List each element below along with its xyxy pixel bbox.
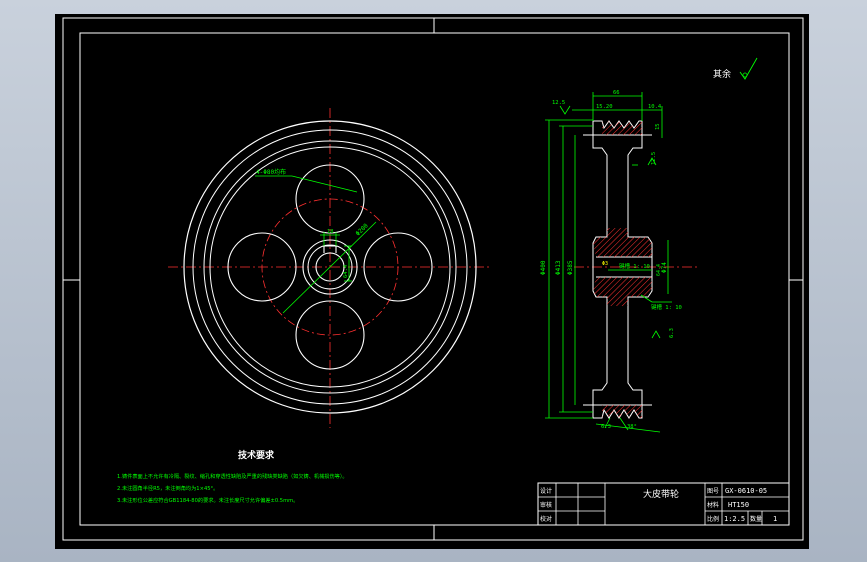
dia-label-4: Φ74 xyxy=(661,262,668,273)
section-hatch-web-top xyxy=(607,228,628,237)
title-block: 设计 审核 校对 大皮带轮 图号 材料 比例 数量 GX-0610-05 HT1… xyxy=(537,482,790,526)
tb-label-material: 材料 xyxy=(707,501,719,509)
outer-border xyxy=(62,17,804,541)
keyway-width-label: 18 xyxy=(327,229,334,235)
tech-req-line-3: 3.未注形位公差应符合GB1184-80的要求。未注长度尺寸允许偏差±0.5mm… xyxy=(117,496,298,504)
tb-material: HT150 xyxy=(728,501,749,509)
tb-label-check: 校对 xyxy=(540,515,552,523)
technical-requirements: 技术要求 1.铸件表面上不允许有冷隔、裂纹、缩孔和穿透性缺陷及严重的残缺类缺陷（… xyxy=(117,449,348,504)
hole-note-leader xyxy=(255,175,358,193)
bottom-dim-angle: 38° xyxy=(627,424,637,430)
tb-label-drawing-no: 图号 xyxy=(707,488,719,495)
tb-drawing-no: GX-0610-05 xyxy=(725,487,767,495)
section-view: Φ400 Φ413 Φ385 Φ74 66 15.20 10.4 12.5 15… xyxy=(540,90,700,433)
bottom-dim-1: 6.3 xyxy=(601,424,611,430)
inner-border xyxy=(79,32,790,526)
section-hatch-hub-top xyxy=(593,237,652,257)
tb-quantity: 1 xyxy=(773,515,777,523)
section-hatch-web-bottom xyxy=(607,297,628,306)
roughness-symbol-top xyxy=(559,105,571,115)
tb-label-scale: 比例 xyxy=(707,515,719,523)
top-dim-width: 66 xyxy=(613,90,620,96)
top-dim-edge: 10.4 xyxy=(648,104,662,110)
tech-req-title: 技术要求 xyxy=(238,449,275,461)
roughness-note-text: 其余 xyxy=(713,68,731,80)
dia-label-2: Φ413 xyxy=(555,260,562,275)
tech-req-line-1: 1.铸件表面上不允许有冷隔、裂纹、缩孔和穿透性缺陷及严重的残缺类缺陷（如欠铸、机… xyxy=(117,472,348,480)
top-roughness: 12.5 xyxy=(552,100,565,106)
top-dim-groove: 15.20 xyxy=(596,104,613,110)
roughness-note-circle xyxy=(742,72,748,78)
hole-note-text: 4-Φ80均布 xyxy=(256,168,286,176)
pcd-dimension-line xyxy=(282,221,377,314)
hub-small-label: Φ3 xyxy=(602,261,608,267)
tb-label-quantity: 数量 xyxy=(750,515,762,523)
front-view: 4-Φ80均布 Φ200 18 64.4 xyxy=(168,108,490,428)
tech-req-line-2: 2.未注圆角半径R5，未注倒角均为1×45°。 xyxy=(117,484,218,492)
dia-label-1: Φ400 xyxy=(540,260,547,275)
roughness-right-top: 12.5 xyxy=(651,152,657,165)
dia-label-3: Φ385 xyxy=(567,260,574,275)
tb-scale: 1:2.5 xyxy=(724,515,745,523)
section-hatch-hub-bottom xyxy=(593,277,652,297)
tb-label-design: 设计 xyxy=(540,487,552,495)
keyway-depth-label: 64.4 xyxy=(343,264,349,278)
hub-depth-label: 64.4 xyxy=(656,264,662,276)
section-hatch-top xyxy=(602,121,642,135)
tb-part-name: 大皮带轮 xyxy=(643,488,679,500)
cad-drawing: 4-Φ80均布 Φ200 18 64.4 Φ400 Φ413 Φ385 Φ74 … xyxy=(62,17,804,541)
right-dim-groove-depth: 15 xyxy=(655,123,661,130)
hub-note-1: 键槽 1: 10 xyxy=(619,262,650,270)
roughness-note-symbol xyxy=(739,57,758,80)
hub-note-2: 键槽 1: 10 xyxy=(651,303,682,311)
roughness-right-bottom: 6.3 xyxy=(669,328,675,338)
tb-label-review: 审核 xyxy=(540,501,552,509)
section-hatch-bottom xyxy=(602,405,642,418)
centering-marks xyxy=(63,18,803,540)
